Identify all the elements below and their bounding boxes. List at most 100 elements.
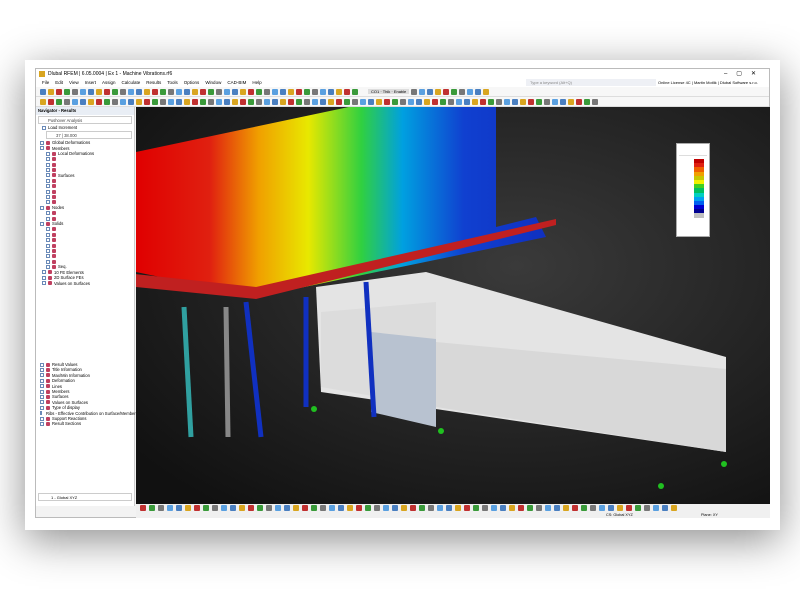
toolbar-button[interactable] [448,99,454,105]
toolbar-button[interactable] [240,89,246,95]
toolbar-button[interactable] [230,505,236,511]
toolbar-button[interactable] [592,99,598,105]
toolbar-button[interactable] [496,99,502,105]
toolbar-button[interactable] [455,505,461,511]
toolbar-button[interactable] [120,99,126,105]
toolbar-button[interactable] [64,89,70,95]
toolbar-button[interactable] [360,99,366,105]
toolbar-button[interactable] [329,505,335,511]
toolbar-button[interactable] [208,89,214,95]
toolbar-button[interactable] [167,505,173,511]
toolbar-button[interactable] [320,99,326,105]
menu-help[interactable]: Help [252,79,261,87]
toolbar-button[interactable] [671,505,677,511]
toolbar-button[interactable] [96,99,102,105]
toolbar-button[interactable] [168,99,174,105]
toolbar-button[interactable] [456,99,462,105]
toolbar-button[interactable] [280,89,286,95]
maximize-button[interactable]: ▢ [736,71,751,77]
toolbar-button[interactable] [467,89,474,95]
toolbar-button[interactable] [184,99,190,105]
toolbar-button[interactable] [312,99,318,105]
toolbar-button[interactable] [451,89,458,95]
toolbar-button[interactable] [392,505,398,511]
toolbar-button[interactable] [384,99,390,105]
toolbar-button[interactable] [352,99,358,105]
toolbar-button[interactable] [264,89,270,95]
toolbar-button[interactable] [240,99,246,105]
toolbar-button[interactable] [40,89,46,95]
toolbar-button[interactable] [212,505,218,511]
toolbar-button[interactable] [383,505,389,511]
toolbar-button[interactable] [120,89,126,95]
toolbar-button[interactable] [304,89,310,95]
toolbar-button[interactable] [284,505,290,511]
toolbar-button[interactable] [411,89,418,95]
toolbar-button[interactable] [104,89,110,95]
toolbar-button[interactable] [464,505,470,511]
toolbar-button[interactable] [419,89,426,95]
toolbar-button[interactable] [528,99,534,105]
toolbar-button[interactable] [653,505,659,511]
toolbar-button[interactable] [443,89,450,95]
toolbar-button[interactable] [518,505,524,511]
toolbar-button[interactable] [320,89,326,95]
toolbar-button[interactable] [192,89,198,95]
menu-cad-bim[interactable]: CAD-BIM [227,79,246,87]
toolbar-button[interactable] [599,505,605,511]
toolbar-button[interactable] [544,99,550,105]
toolbar-button[interactable] [112,89,118,95]
toolbar-button[interactable] [128,89,134,95]
toolbar-button[interactable] [264,99,270,105]
toolbar-button[interactable] [563,505,569,511]
toolbar-button[interactable] [344,99,350,105]
toolbar-button[interactable] [475,89,482,95]
toolbar-button[interactable] [432,99,438,105]
toolbar-button[interactable] [483,89,490,95]
toolbar-button[interactable] [504,99,510,105]
toolbar-button[interactable] [446,505,452,511]
toolbar-button[interactable] [488,99,494,105]
toolbar-button[interactable] [527,505,533,511]
toolbar-button[interactable] [152,99,158,105]
toolbar-button[interactable] [144,99,150,105]
color-legend[interactable] [676,143,710,237]
toolbar-button[interactable] [311,505,317,511]
toolbar-button[interactable] [572,505,578,511]
toolbar-button[interactable] [48,99,54,105]
3d-viewport[interactable] [136,107,770,504]
toolbar-button[interactable] [410,505,416,511]
toolbar-button[interactable] [584,99,590,105]
toolbar-button[interactable] [536,505,542,511]
toolbar-button[interactable] [365,505,371,511]
toolbar-button[interactable] [257,505,263,511]
toolbar-button[interactable] [419,505,425,511]
menu-calculate[interactable]: Calculate [122,79,141,87]
toolbar-button[interactable] [64,99,70,105]
toolbar-button[interactable] [160,89,166,95]
toolbar-button[interactable] [302,505,308,511]
toolbar-button[interactable] [280,99,286,105]
toolbar-button[interactable] [88,89,94,95]
toolbar-button[interactable] [440,99,446,105]
toolbar-button[interactable] [338,505,344,511]
close-button[interactable]: ✕ [751,71,765,77]
toolbar-button[interactable] [590,505,596,511]
menu-insert[interactable]: Insert [85,79,96,87]
load-combo-select[interactable]: CO1 · Thik · Enable [368,89,410,94]
navigator-item[interactable]: Values on Surfaces [36,281,134,286]
toolbar-button[interactable] [293,505,299,511]
toolbar-button[interactable] [272,89,278,95]
toolbar-button[interactable] [80,89,86,95]
toolbar-button[interactable] [576,99,582,105]
toolbar-button[interactable] [96,89,102,95]
toolbar-button[interactable] [472,99,478,105]
toolbar-button[interactable] [347,505,353,511]
toolbar-button[interactable] [459,89,466,95]
search-input[interactable]: Type a keyword (Alt+Q) [526,79,656,86]
toolbar-button[interactable] [437,505,443,511]
load-increment[interactable]: Load Increment [36,125,134,130]
toolbar-button[interactable] [336,89,342,95]
toolbar-button[interactable] [160,99,166,105]
toolbar-button[interactable] [232,89,238,95]
